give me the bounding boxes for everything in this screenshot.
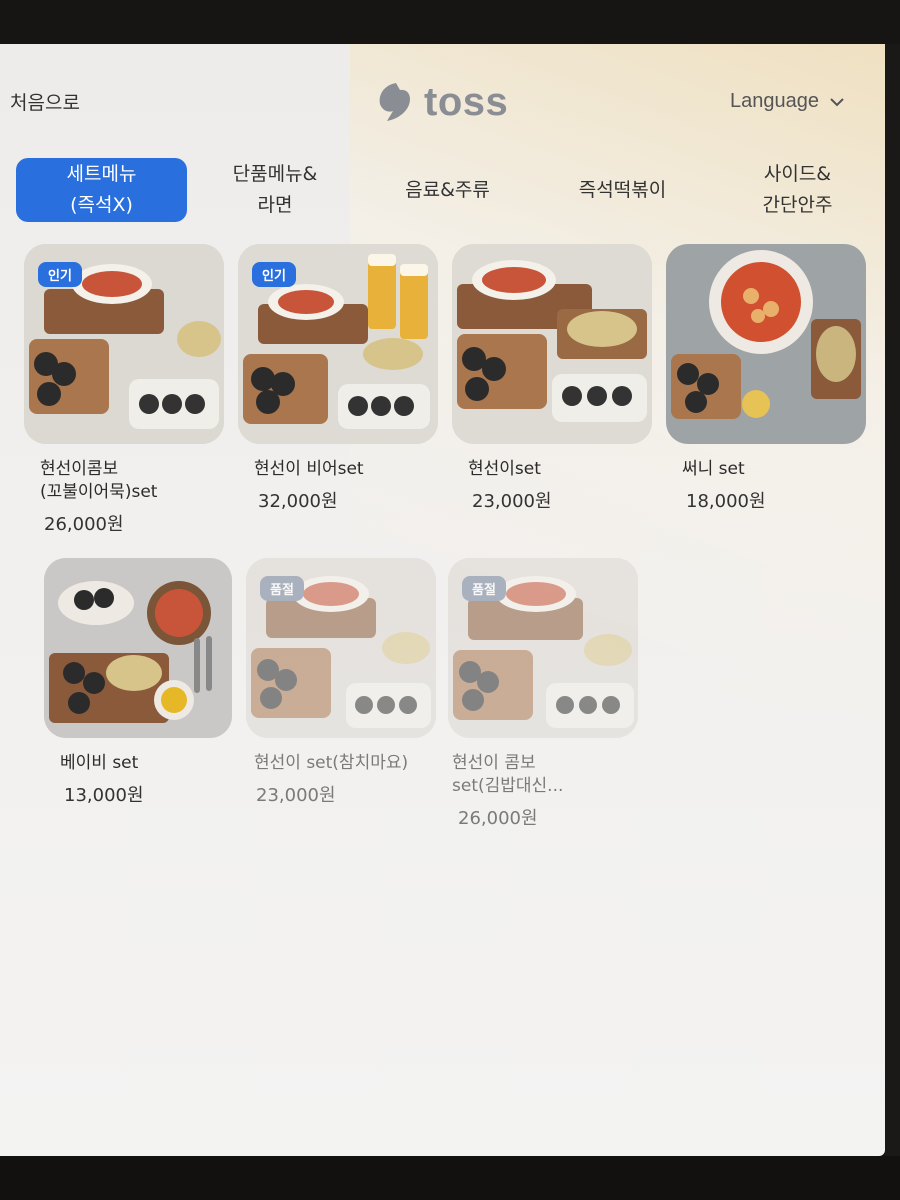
language-selector[interactable]: Language [730, 90, 845, 113]
product-name: 베이비 set [60, 753, 139, 773]
product-name: 현선이 콤보 set(김밥대신... [452, 753, 564, 796]
product-card[interactable]: 인기 현선이 비어set 32,000원 [238, 244, 438, 513]
product-image: 인기 [24, 244, 224, 444]
kiosk-screen: 처음으로 toss Language 세트메뉴 (즉석X) 단품메뉴& 라면 음료&… [0, 44, 885, 1156]
product-name: 현선이콤보 (꼬불이어묵)set [40, 459, 158, 502]
product-card-sold-out: 품절 현선이 콤보 set(김밥대신... 26,000원 [448, 558, 648, 830]
product-card[interactable]: 현선이set 23,000원 [452, 244, 652, 513]
sold-out-badge: 품절 [462, 576, 506, 601]
product-price: 26,000원 [44, 514, 124, 535]
product-image: 품절 [246, 558, 436, 738]
tab-sublabel: 간단안주 [762, 194, 833, 216]
product-price: 18,000원 [686, 491, 766, 512]
kiosk-bezel-bottom [0, 1156, 900, 1200]
product-price: 13,000원 [64, 785, 144, 806]
tab-single-menu[interactable]: 단품메뉴& 라면 [210, 158, 340, 222]
product-name: 현선이set [468, 459, 541, 479]
product-price: 23,000원 [256, 785, 336, 806]
product-card[interactable]: 써니 set 18,000원 [666, 244, 866, 513]
tab-sides[interactable]: 사이드& 간단안주 [740, 158, 855, 222]
sold-out-badge: 품절 [260, 576, 304, 601]
product-card-sold-out: 품절 현선이 set(참치마요) 23,000원 [246, 558, 446, 807]
product-price: 32,000원 [258, 491, 338, 512]
tab-label: 사이드& [763, 163, 832, 185]
product-price: 26,000원 [458, 808, 538, 829]
tab-label: 음료&주류 [405, 178, 490, 201]
product-name: 현선이 비어set [254, 459, 364, 479]
tab-sublabel: (즉석X) [70, 194, 133, 216]
product-image [666, 244, 866, 444]
product-price: 23,000원 [472, 491, 552, 512]
brand-name: toss [424, 79, 509, 124]
home-button[interactable]: 처음으로 [10, 88, 80, 115]
tab-drinks[interactable]: 음료&주류 [385, 158, 510, 222]
product-name: 현선이 set(참치마요) [254, 753, 409, 773]
tab-label: 즉석떡볶이 [578, 178, 667, 201]
tab-tteokbokki[interactable]: 즉석떡볶이 [560, 158, 685, 222]
popular-badge: 인기 [252, 262, 296, 287]
tab-label: 단품메뉴& [232, 163, 318, 185]
product-card[interactable]: 베이비 set 13,000원 [44, 558, 244, 807]
tab-label: 세트메뉴 [66, 163, 137, 185]
language-label: Language [730, 90, 819, 112]
toss-logo-icon [379, 83, 410, 121]
kiosk-bezel-right [885, 44, 900, 1200]
product-image: 인기 [238, 244, 438, 444]
product-image: 품절 [448, 558, 638, 738]
tab-set-menu[interactable]: 세트메뉴 (즉석X) [16, 158, 187, 222]
product-image [44, 558, 232, 738]
product-card[interactable]: 인기 현선이콤보 (꼬불이어묵)set 26,000원 [24, 244, 224, 536]
toss-logo: toss [372, 78, 508, 126]
tab-sublabel: 라면 [257, 194, 293, 216]
product-image [452, 244, 652, 444]
chevron-down-icon [830, 97, 844, 106]
popular-badge: 인기 [38, 262, 82, 287]
product-name: 써니 set [682, 459, 745, 479]
kiosk-bezel-top [0, 0, 900, 44]
